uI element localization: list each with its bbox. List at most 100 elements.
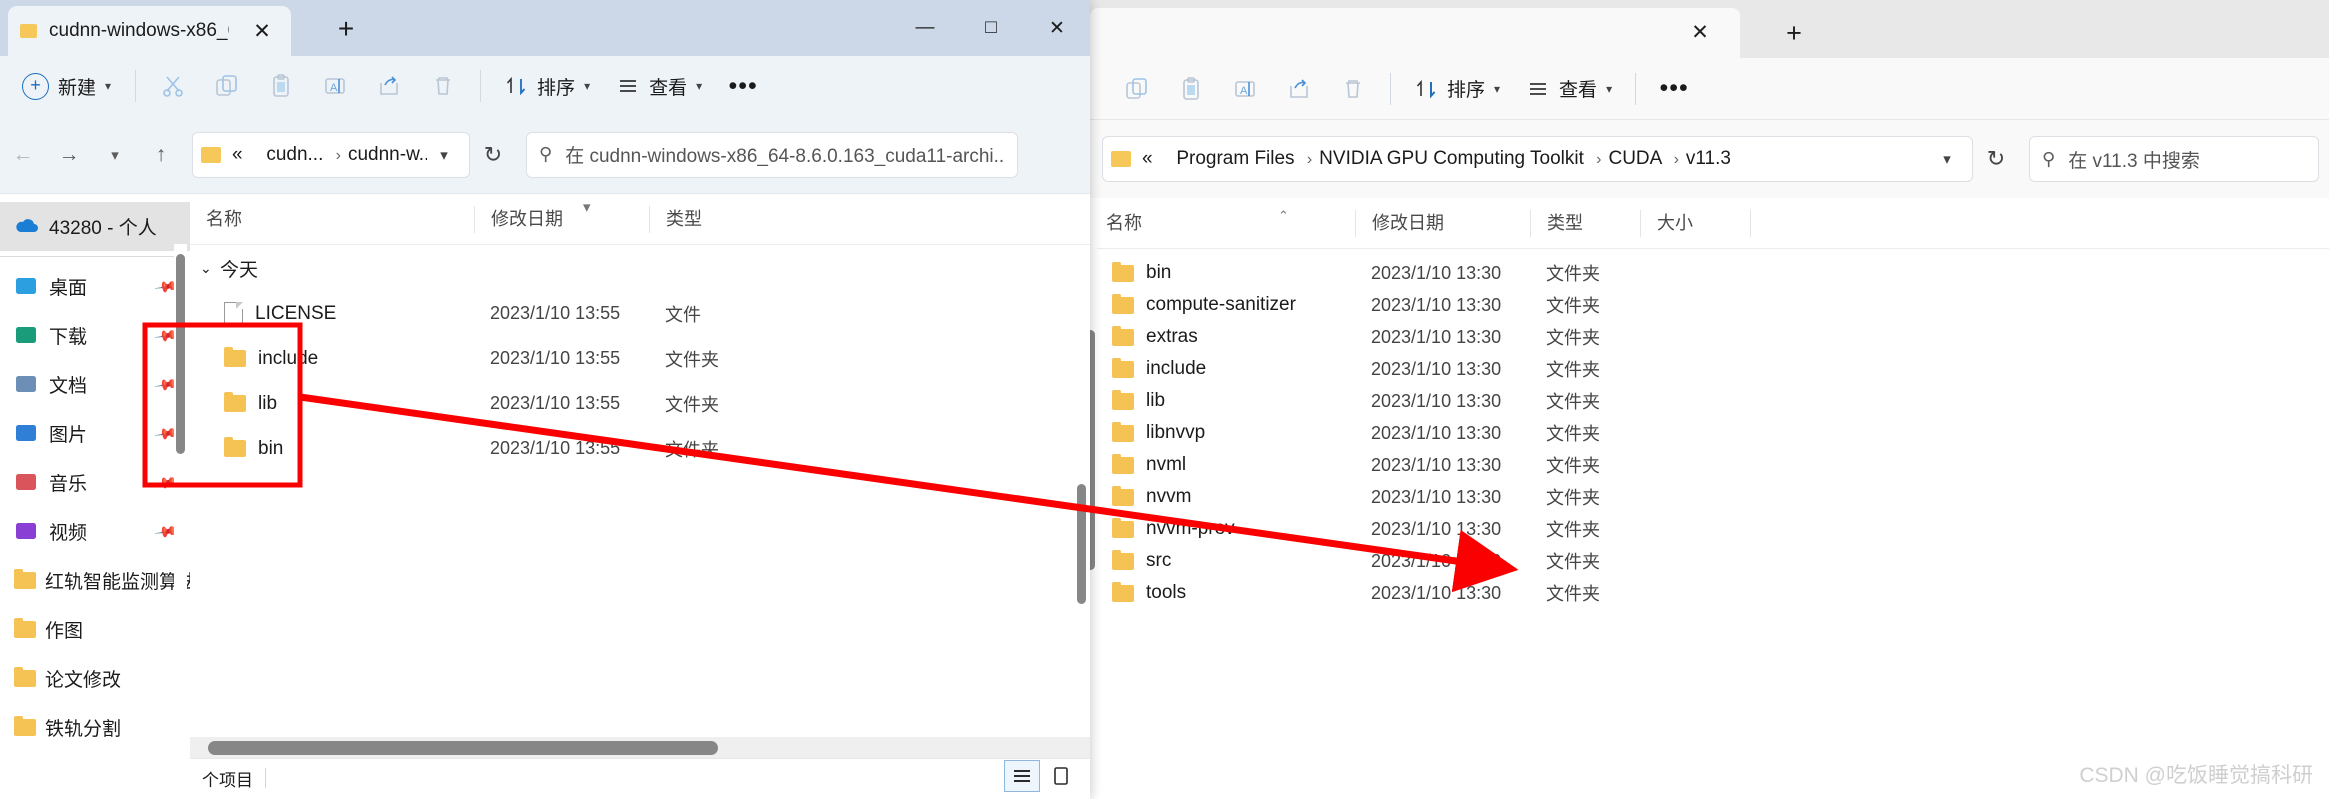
chevron-down-icon[interactable]: ▾ bbox=[1930, 150, 1964, 168]
pane-view-icon[interactable] bbox=[1044, 761, 1078, 791]
rename-icon[interactable]: A bbox=[308, 65, 362, 107]
table-row[interactable]: bin 2023/1/10 13:55 文件夹 bbox=[190, 426, 1090, 471]
sidebar-item-label: 桌面 bbox=[49, 278, 88, 299]
cut-icon[interactable] bbox=[146, 65, 200, 107]
column-header-modified[interactable]: 修改日期 bbox=[1355, 209, 1530, 237]
breadcrumb-item-0[interactable]: Program Files bbox=[1176, 148, 1294, 169]
close-icon[interactable]: ✕ bbox=[1688, 21, 1712, 45]
breadcrumb-item-1[interactable]: cudnn-w... bbox=[348, 144, 427, 165]
file-name: nvml bbox=[1146, 454, 1187, 475]
column-header-type[interactable]: 类型 bbox=[1530, 209, 1640, 237]
close-icon[interactable]: ✕ bbox=[250, 20, 274, 44]
view-toggle-group bbox=[1000, 760, 1078, 792]
breadcrumb-item-3[interactable]: v11.3 bbox=[1686, 148, 1731, 169]
breadcrumb-item-2[interactable]: CUDA bbox=[1608, 148, 1661, 169]
right-address-field[interactable]: « Program Files › NVIDIA GPU Computing To… bbox=[1102, 136, 1973, 182]
rename-icon[interactable]: A bbox=[1218, 68, 1272, 110]
group-header-today[interactable]: ⌄ 今天 bbox=[190, 245, 1090, 291]
left-address-field[interactable]: « cudn... › cudnn-w... ▾ bbox=[192, 131, 470, 178]
sort-button[interactable]: 排序 ▾ bbox=[1401, 68, 1513, 110]
column-header-name[interactable]: 名称 ⌃ bbox=[1090, 208, 1355, 237]
sidebar-item-2[interactable]: 文档 📌 bbox=[0, 360, 190, 409]
column-header-name[interactable]: 名称 bbox=[190, 206, 474, 233]
right-vertical-scrollbar[interactable] bbox=[1090, 248, 1097, 799]
table-row[interactable]: src 2023/1/10 13:30 文件夹 bbox=[1090, 545, 2329, 577]
table-row[interactable]: nvvm 2023/1/10 13:30 文件夹 bbox=[1090, 481, 2329, 513]
folder-icon bbox=[1112, 421, 1134, 442]
delete-icon[interactable] bbox=[416, 65, 470, 107]
new-tab-button[interactable]: + bbox=[1778, 18, 1810, 50]
details-view-icon[interactable] bbox=[1004, 760, 1040, 792]
paste-icon[interactable] bbox=[254, 65, 308, 107]
table-row[interactable]: include 2023/1/10 13:55 文件夹 bbox=[190, 336, 1090, 381]
paste-icon[interactable] bbox=[1164, 68, 1218, 110]
left-search-box[interactable]: ⚲ 在 cudnn-windows-x86_64-8.6.0.163_cuda1… bbox=[526, 131, 1018, 178]
sidebar-item-0[interactable]: 桌面 📌 bbox=[0, 262, 190, 311]
maximize-button[interactable]: □ bbox=[958, 0, 1024, 56]
chevron-down-icon: ▾ bbox=[584, 79, 591, 93]
folder-icon bbox=[224, 392, 246, 412]
delete-icon[interactable] bbox=[1326, 68, 1380, 110]
scrollbar-thumb[interactable] bbox=[208, 741, 718, 755]
right-tab[interactable]: ✕ bbox=[1090, 8, 1740, 58]
refresh-icon[interactable]: ↻ bbox=[470, 142, 516, 168]
view-button[interactable]: 查看 ▾ bbox=[603, 65, 715, 107]
up-button[interactable]: ↑ bbox=[138, 132, 184, 178]
cell-modified: 2023/1/10 13:55 bbox=[490, 348, 621, 368]
table-row[interactable]: nvvm-prev 2023/1/10 13:30 文件夹 bbox=[1090, 513, 2329, 545]
sidebar-item-onedrive[interactable]: 43280 - 个人 bbox=[0, 202, 190, 251]
forward-button[interactable]: → bbox=[46, 132, 92, 178]
sidebar-vertical-scrollbar[interactable] bbox=[174, 244, 187, 714]
chevron-down-icon[interactable]: ⌄ bbox=[200, 260, 220, 277]
sidebar-item-4[interactable]: 音乐 📌 bbox=[0, 458, 190, 507]
more-options-button[interactable]: ••• bbox=[715, 65, 771, 107]
back-button[interactable]: ← bbox=[0, 132, 46, 178]
sidebar-item-6[interactable]: 红轨智能监测算法 bbox=[0, 556, 190, 605]
sidebar-item-1[interactable]: 下载 📌 bbox=[0, 311, 190, 360]
left-horizontal-scrollbar[interactable] bbox=[190, 737, 1090, 759]
folder-icon bbox=[1111, 151, 1131, 167]
share-icon[interactable] bbox=[362, 65, 416, 107]
sidebar-item-3[interactable]: 图片 📌 bbox=[0, 409, 190, 458]
table-row[interactable]: lib 2023/1/10 13:55 文件夹 bbox=[190, 381, 1090, 426]
sort-button[interactable]: 排序 ▾ bbox=[491, 65, 603, 107]
copy-icon[interactable] bbox=[1110, 68, 1164, 110]
scrollbar-thumb[interactable] bbox=[1077, 484, 1086, 604]
right-search-box[interactable]: ⚲ 在 v11.3 中搜索 bbox=[2029, 136, 2319, 182]
file-name: include bbox=[258, 347, 319, 369]
new-button[interactable]: + 新建 ▾ bbox=[8, 65, 125, 107]
breadcrumb-item-1[interactable]: NVIDIA GPU Computing Toolkit bbox=[1319, 148, 1584, 169]
scrollbar-thumb[interactable] bbox=[1090, 330, 1095, 570]
column-header-type[interactable]: 类型 bbox=[649, 205, 799, 233]
sidebar-item-9[interactable]: 铁轨分割 bbox=[0, 703, 190, 752]
chevron-down-icon[interactable]: ▾ bbox=[427, 146, 461, 164]
new-tab-button[interactable]: + bbox=[330, 14, 362, 46]
more-options-button[interactable]: ••• bbox=[1646, 68, 1702, 110]
table-row[interactable]: extras 2023/1/10 13:30 文件夹 bbox=[1090, 321, 2329, 353]
close-button[interactable]: ✕ bbox=[1024, 0, 1090, 56]
table-row[interactable]: lib 2023/1/10 13:30 文件夹 bbox=[1090, 385, 2329, 417]
table-row[interactable]: bin 2023/1/10 13:30 文件夹 bbox=[1090, 257, 2329, 289]
table-row[interactable]: tools 2023/1/10 13:30 文件夹 bbox=[1090, 577, 2329, 609]
column-header-size[interactable]: 大小 bbox=[1640, 209, 1750, 237]
table-row[interactable]: include 2023/1/10 13:30 文件夹 bbox=[1090, 353, 2329, 385]
breadcrumb-item-0[interactable]: cudn... bbox=[266, 144, 323, 165]
table-row[interactable]: libnvvp 2023/1/10 13:30 文件夹 bbox=[1090, 417, 2329, 449]
table-row[interactable]: LICENSE 2023/1/10 13:55 文件 bbox=[190, 291, 1090, 336]
table-row[interactable]: compute-sanitizer 2023/1/10 13:30 文件夹 bbox=[1090, 289, 2329, 321]
share-icon[interactable] bbox=[1272, 68, 1326, 110]
sidebar-item-8[interactable]: 论文修改 bbox=[0, 654, 190, 703]
sidebar-item-5[interactable]: 视频 📌 bbox=[0, 507, 190, 556]
column-header-extra[interactable] bbox=[1750, 209, 1810, 237]
recent-locations-button[interactable]: ▾ bbox=[92, 132, 138, 178]
minimize-button[interactable]: — bbox=[892, 0, 958, 56]
table-row[interactable]: nvml 2023/1/10 13:30 文件夹 bbox=[1090, 449, 2329, 481]
left-vertical-scrollbar[interactable] bbox=[1075, 304, 1088, 694]
column-header-modified[interactable]: 修改日期 ▾ bbox=[474, 199, 649, 233]
sidebar-item-7[interactable]: 作图 bbox=[0, 605, 190, 654]
view-button[interactable]: 查看 ▾ bbox=[1513, 68, 1625, 110]
copy-icon[interactable] bbox=[200, 65, 254, 107]
refresh-icon[interactable]: ↻ bbox=[1973, 146, 2019, 172]
scrollbar-thumb[interactable] bbox=[176, 254, 185, 454]
left-tab[interactable]: cudnn-windows-x86_64-8.6.0 ✕ bbox=[8, 6, 291, 56]
